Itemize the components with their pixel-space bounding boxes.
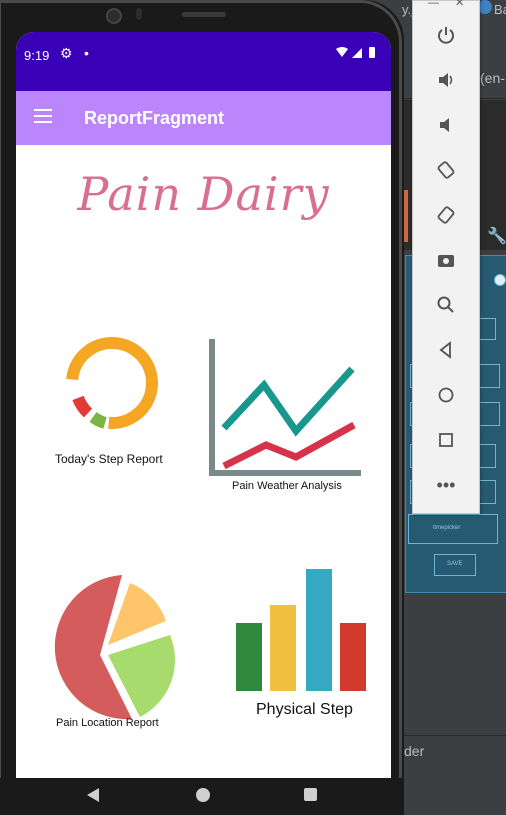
blueprint-timepicker[interactable]: timepicker <box>408 514 498 544</box>
nav-back-icon[interactable] <box>87 788 99 802</box>
blueprint-label: timepicker <box>433 525 461 531</box>
earpiece-speaker <box>182 12 226 17</box>
ide-app-icon <box>478 0 492 14</box>
volume-up-icon[interactable] <box>430 64 462 96</box>
ide-status-area <box>400 765 506 815</box>
tile-physical-step[interactable]: Physical Step <box>232 565 372 745</box>
ide-locale-selector[interactable]: (en- <box>480 70 505 86</box>
status-right-icons <box>335 46 379 63</box>
app-brand-title: Pain Dairy <box>77 167 330 221</box>
ide-window-title: Ba <box>494 2 506 17</box>
status-bar: 9:19 ⚙ • <box>16 32 391 91</box>
emulator-toolbar: — ✕ ••• <box>412 0 480 514</box>
app-bar: ReportFragment <box>16 91 391 145</box>
settings-icon: ⚙ <box>60 45 73 61</box>
ide-bottom-label: der <box>404 743 425 759</box>
battery-icon <box>369 47 375 58</box>
toolbar-window-controls: — ✕ <box>413 0 479 13</box>
rotate-right-icon[interactable] <box>430 199 462 231</box>
rotate-left-icon[interactable] <box>430 154 462 186</box>
wifi-icon <box>336 47 348 57</box>
back-icon[interactable] <box>430 334 462 366</box>
blueprint-label: SAVE <box>447 561 463 567</box>
volume-down-icon[interactable] <box>430 109 462 141</box>
blueprint-save[interactable]: SAVE <box>434 554 476 576</box>
minimize-icon[interactable]: — <box>428 0 439 9</box>
donut-chart-icon <box>66 337 158 429</box>
emulator-device: 9:19 ⚙ • ReportFragment Pain Dairy Today… <box>0 0 404 815</box>
front-camera <box>106 8 122 24</box>
line-chart-icon <box>209 339 361 476</box>
nav-home-icon[interactable] <box>196 788 210 802</box>
hamburger-menu-icon[interactable] <box>34 109 52 123</box>
tile-pain-location-report[interactable]: Pain Location Report <box>28 555 188 745</box>
ide-bottom-panel: der <box>400 735 506 766</box>
power-icon[interactable] <box>430 19 462 51</box>
status-time: 9:19 <box>24 48 50 63</box>
wifi-signal-battery-icons <box>336 47 375 58</box>
overview-icon[interactable] <box>430 424 462 456</box>
report-content: Pain Dairy Today's Step Report Pain Weat… <box>16 145 391 778</box>
pie-chart-icon <box>54 575 176 720</box>
bar-chart-icon <box>236 569 366 691</box>
home-icon[interactable] <box>430 379 462 411</box>
more-icon[interactable]: ••• <box>430 469 462 501</box>
blueprint-anchor[interactable] <box>494 274 506 286</box>
wrench-icon[interactable]: 🔧 <box>487 226 506 246</box>
camera-icon[interactable] <box>430 244 462 276</box>
tile-todays-step-report[interactable]: Today's Step Report <box>50 335 180 475</box>
tile-label: Pain Location Report <box>56 717 159 729</box>
system-nav-bar <box>0 778 404 815</box>
app-bar-title: ReportFragment <box>84 108 225 128</box>
close-icon[interactable]: ✕ <box>455 0 464 9</box>
dot-icon: • <box>84 45 89 61</box>
zoom-icon[interactable] <box>430 289 462 321</box>
signal-icon <box>352 48 362 58</box>
proximity-sensor <box>136 8 142 20</box>
nav-recent-apps-icon[interactable] <box>304 788 317 801</box>
tile-label: Pain Weather Analysis <box>232 480 342 492</box>
device-screen: 9:19 ⚙ • ReportFragment Pain Dairy Today… <box>16 32 391 778</box>
tile-pain-weather-analysis[interactable]: Pain Weather Analysis <box>206 333 366 493</box>
tile-label: Today's Step Report <box>55 452 163 466</box>
tile-label: Physical Step <box>256 701 353 718</box>
ide-highlight <box>404 190 408 242</box>
